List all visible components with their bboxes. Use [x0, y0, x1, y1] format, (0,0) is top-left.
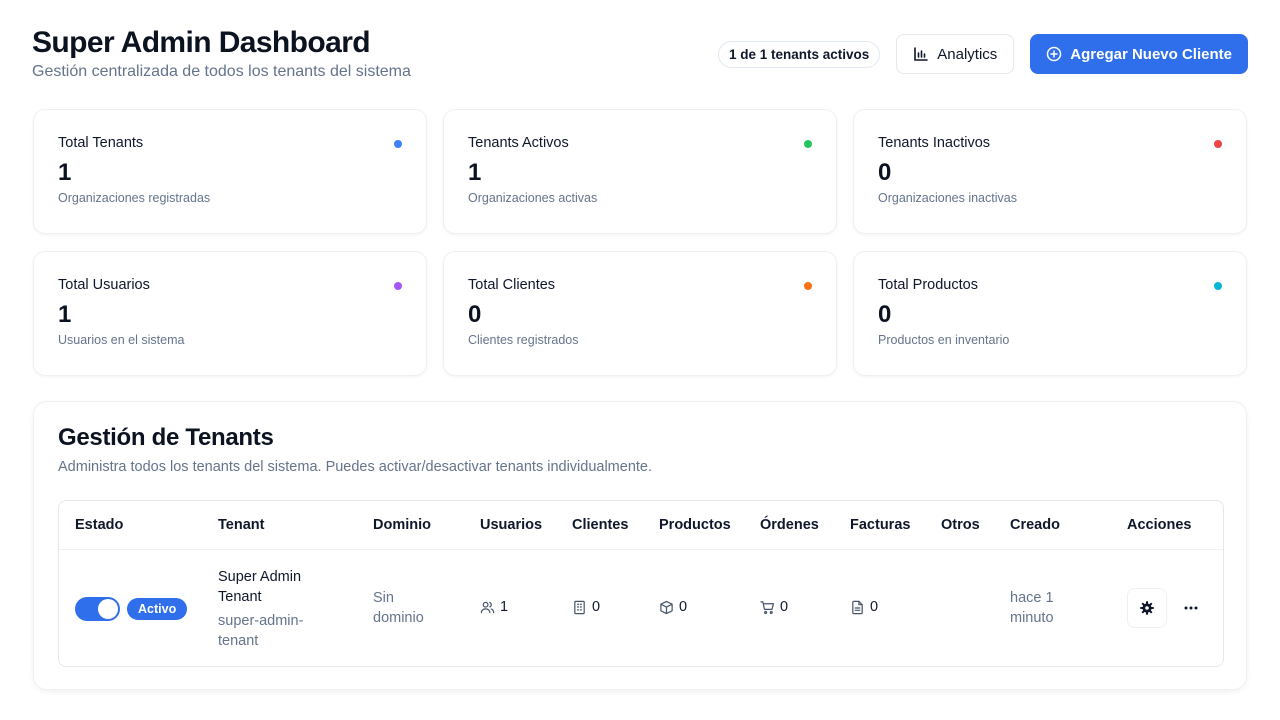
more-actions-button[interactable]: [1179, 594, 1203, 622]
package-icon: [659, 600, 674, 615]
stat-card-total-users: Total Usuarios 1 Usuarios en el sistema: [33, 251, 427, 376]
active-tenants-pill: 1 de 1 tenants activos: [717, 40, 881, 68]
stat-card-title: Total Clientes: [468, 277, 556, 293]
stat-card-description: Organizaciones registradas: [58, 191, 211, 205]
domain-line2: dominio: [373, 610, 424, 626]
stat-card-active-tenants: Tenants Activos 1 Organizaciones activas: [443, 109, 837, 234]
users-cell: 1: [480, 599, 508, 615]
column-header-usuarios[interactable]: Usuarios: [480, 517, 542, 533]
stat-card-total-clients: Total Clientes 0 Clientes registrados: [443, 251, 837, 376]
add-client-button-label: Agregar Nuevo Cliente: [1070, 45, 1232, 63]
users-count: 1: [500, 599, 509, 615]
add-client-button[interactable]: Agregar Nuevo Cliente: [1030, 34, 1248, 74]
panel-subtitle: Administra todos los tenants del sistema…: [58, 459, 653, 475]
building-icon: [572, 600, 587, 615]
status-dot-icon: [804, 140, 812, 148]
column-header-otros[interactable]: Otros: [941, 517, 980, 533]
column-header-acciones: Acciones: [1127, 517, 1192, 533]
stat-card-description: Usuarios en el sistema: [58, 333, 185, 347]
shopping-cart-icon: [760, 600, 775, 615]
gear-icon: [1139, 600, 1155, 616]
invoices-cell: 0: [850, 599, 878, 615]
table-header: Estado Tenant Dominio Usuarios Clientes …: [59, 501, 1223, 550]
column-header-facturas[interactable]: Facturas: [850, 517, 910, 533]
plus-circle-icon: [1046, 46, 1062, 62]
users-icon: [480, 600, 495, 615]
domain-cell: Sin dominio: [373, 588, 424, 628]
page-header: Super Admin Dashboard Gestión centraliza…: [32, 26, 1248, 86]
analytics-button-label: Analytics: [937, 45, 998, 63]
stat-card-inactive-tenants: Tenants Inactivos 0 Organizaciones inact…: [853, 109, 1247, 234]
stat-card-title: Tenants Activos: [468, 135, 569, 151]
tenant-slug-line1: super-admin-: [218, 613, 304, 629]
products-cell: 0: [659, 599, 687, 615]
orders-count: 0: [780, 599, 789, 615]
column-header-clientes[interactable]: Clientes: [572, 517, 628, 533]
more-horizontal-icon: [1184, 606, 1198, 610]
stat-card-total-tenants: Total Tenants 1 Organizaciones registrad…: [33, 109, 427, 234]
bar-chart-icon: [913, 46, 929, 62]
created-line2: minuto: [1010, 610, 1054, 626]
status-dot-icon: [804, 282, 812, 290]
tenant-name-line1: Super Admin: [218, 569, 302, 585]
stat-card-value: 0: [468, 301, 482, 328]
tenants-panel: Gestión de Tenants Administra todos los …: [33, 401, 1247, 690]
tenant-slug-line2: tenant: [218, 633, 259, 649]
stat-card-title: Tenants Inactivos: [878, 135, 991, 151]
column-header-dominio[interactable]: Dominio: [373, 517, 431, 533]
status-toggle[interactable]: [75, 597, 120, 621]
invoices-count: 0: [870, 599, 879, 615]
stat-card-value: 1: [468, 159, 482, 186]
status-dot-icon: [394, 140, 402, 148]
tenant-cell: Super Admin Tenant super-admin- tenant: [218, 567, 303, 651]
toggle-knob: [98, 599, 118, 619]
stat-card-value: 1: [58, 159, 72, 186]
header-actions: 1 de 1 tenants activos Analytics Agregar…: [717, 34, 1248, 74]
column-header-creado[interactable]: Creado: [1010, 517, 1060, 533]
stat-card-title: Total Productos: [878, 277, 978, 293]
stat-card-description: Organizaciones activas: [468, 191, 598, 205]
stat-card-value: 1: [58, 301, 72, 328]
tenants-table: Estado Tenant Dominio Usuarios Clientes …: [58, 500, 1224, 667]
stat-card-total-products: Total Productos 0 Productos en inventari…: [853, 251, 1247, 376]
stat-card-title: Total Tenants: [58, 135, 144, 151]
orders-cell: 0: [760, 599, 788, 615]
stat-card-description: Productos en inventario: [878, 333, 1010, 347]
table-row[interactable]: Activo Super Admin Tenant super-admin- t…: [59, 550, 1223, 666]
domain-line1: Sin: [373, 590, 394, 606]
clients-cell: 0: [572, 599, 600, 615]
created-cell: hace 1 minuto: [1010, 588, 1054, 628]
stats-grid: Total Tenants 1 Organizaciones registrad…: [33, 109, 1247, 376]
settings-button[interactable]: [1127, 588, 1167, 628]
column-header-productos[interactable]: Productos: [659, 517, 731, 533]
status-dot-icon: [1214, 282, 1222, 290]
products-count: 0: [679, 599, 688, 615]
file-text-icon: [850, 600, 865, 615]
created-line1: hace 1: [1010, 590, 1054, 606]
stat-card-description: Clientes registrados: [468, 333, 579, 347]
status-badge: Activo: [127, 598, 188, 620]
status-dot-icon: [1214, 140, 1222, 148]
analytics-button[interactable]: Analytics: [896, 34, 1015, 74]
clients-count: 0: [592, 599, 601, 615]
stat-card-value: 0: [878, 159, 892, 186]
panel-title: Gestión de Tenants: [58, 424, 274, 451]
column-header-ordenes[interactable]: Órdenes: [760, 517, 819, 533]
tenant-name-line2: Tenant: [218, 589, 262, 605]
column-header-tenant[interactable]: Tenant: [218, 517, 264, 533]
status-dot-icon: [394, 282, 402, 290]
column-header-estado[interactable]: Estado: [75, 517, 123, 533]
stat-card-value: 0: [878, 301, 892, 328]
stat-card-description: Organizaciones inactivas: [878, 191, 1017, 205]
stat-card-title: Total Usuarios: [58, 277, 150, 293]
